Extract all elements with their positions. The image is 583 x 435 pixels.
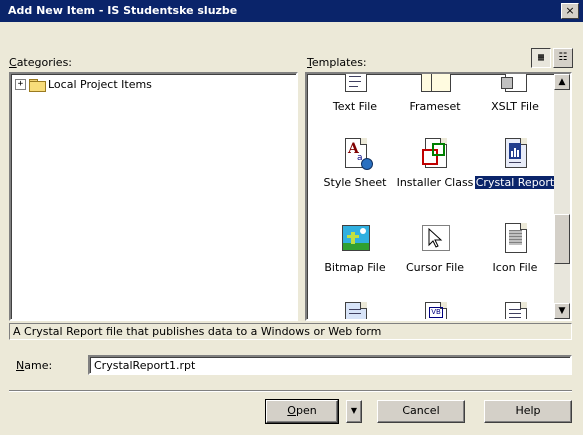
installer-class-icon [418,136,452,170]
separator [9,390,572,392]
tree-expand-toggle[interactable]: + [15,79,26,90]
vb-file-icon: VB [418,300,452,319]
template-item-crystal-report[interactable]: Crystal Report [473,136,557,190]
categories-tree[interactable]: + Local Project Items [9,72,298,321]
scroll-down-button[interactable]: ▼ [554,303,570,319]
template-item-partial[interactable]: VB [393,300,477,319]
template-item-text-file[interactable]: Text File [313,74,397,113]
large-icons-view-button[interactable]: ▦ [531,48,551,68]
xslt-file-icon [498,74,532,94]
scroll-up-button[interactable]: ▲ [554,74,570,90]
small-icons-view-button[interactable]: ☷ [553,48,573,68]
template-label: Installer Class [396,176,474,189]
tree-item-label: Local Project Items [48,78,152,91]
template-item-partial[interactable] [473,300,557,319]
template-label: Style Sheet [323,176,387,189]
window-title: Add New Item - IS Studentske sluzbe [8,4,238,17]
name-input[interactable]: CrystalReport1.rpt [88,355,572,375]
template-item-bitmap-file[interactable]: Bitmap File [313,221,397,274]
templates-list[interactable]: Text File Frameset XSLT File A a Style S… [305,72,572,321]
templates-scrollbar[interactable]: ▲ ▼ [554,74,570,319]
template-item-style-sheet[interactable]: A a Style Sheet [313,136,397,189]
template-label: Crystal Report [473,175,557,190]
template-label: Frameset [409,100,461,113]
scroll-thumb[interactable] [554,214,570,264]
templates-label: Templates: [307,56,367,69]
help-button[interactable]: Help [484,400,572,423]
template-description: A Crystal Report file that publishes dat… [9,323,572,340]
template-label: Cursor File [405,261,465,274]
template-label: Bitmap File [324,261,386,274]
close-button[interactable]: × [561,3,579,19]
template-label: Icon File [492,261,538,274]
template-item-frameset[interactable]: Frameset [393,74,477,113]
open-button[interactable]: Open [265,399,339,424]
title-bar: Add New Item - IS Studentske sluzbe × [0,0,583,22]
text-document-icon [498,300,532,319]
cursor-file-icon [418,221,452,255]
folder-icon [29,78,46,92]
frameset-icon [418,74,452,94]
template-item-xslt-file[interactable]: XSLT File [473,74,557,113]
tree-item-local-project-items[interactable]: + Local Project Items [15,78,152,92]
template-item-partial[interactable] [313,300,397,319]
icon-file-icon [498,221,532,255]
template-item-installer-class[interactable]: Installer Class [393,136,477,189]
template-label: XSLT File [491,100,539,113]
name-label: Name: [16,359,53,372]
text-file-icon [338,74,372,94]
style-sheet-icon: A a [338,136,373,170]
template-label: Text File [332,100,378,113]
vb-script-file-icon [338,300,372,319]
crystal-report-icon [498,136,532,170]
template-item-icon-file[interactable]: Icon File [473,221,557,274]
open-dropdown-button[interactable]: ▼ [346,400,362,423]
cancel-button[interactable]: Cancel [377,400,465,423]
categories-label: Categories: [9,56,73,69]
bitmap-file-icon [338,221,372,255]
template-item-cursor-file[interactable]: Cursor File [393,221,477,274]
